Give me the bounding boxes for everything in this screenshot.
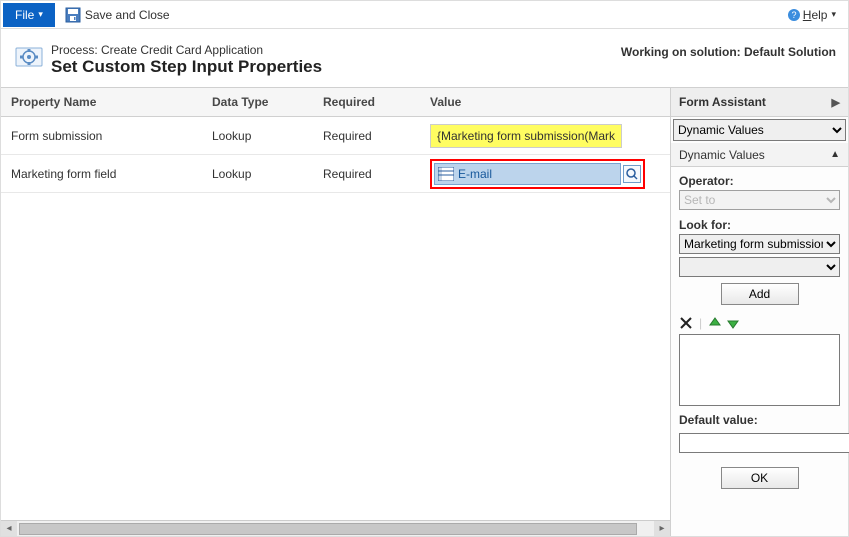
cell-name: Marketing form field (1, 167, 212, 181)
ok-button[interactable]: OK (721, 467, 799, 489)
list-toolbar: | (671, 311, 848, 334)
process-breadcrumb: Process: Create Credit Card Application (51, 43, 322, 57)
cell-type: Lookup (212, 167, 323, 181)
help-link[interactable]: ? Help ▾ (781, 8, 848, 22)
help-label-rest: elp (811, 8, 827, 22)
svg-text:?: ? (791, 10, 796, 20)
add-button[interactable]: Add (721, 283, 799, 305)
cell-required: Required (323, 129, 430, 143)
lookfor-entity-select[interactable]: Marketing form submission (679, 234, 840, 254)
value-lookup-field[interactable]: E-mail (434, 163, 621, 185)
solution-label: Working on solution: Default Solution (621, 45, 836, 59)
cell-name: Form submission (1, 129, 212, 143)
page-title: Set Custom Step Input Properties (51, 57, 322, 77)
col-header-required: Required (323, 95, 430, 109)
col-header-type: Data Type (212, 95, 323, 109)
operator-select[interactable]: Set to (679, 190, 840, 210)
col-header-name: Property Name (1, 95, 212, 109)
cell-type: Lookup (212, 129, 323, 143)
value-expression[interactable]: {Marketing form submission(Mark (430, 124, 622, 148)
page-header: Process: Create Credit Card Application … (1, 29, 848, 87)
table-row[interactable]: Marketing form field Lookup Required E-m… (1, 155, 670, 193)
table-row[interactable]: Form submission Lookup Required {Marketi… (1, 117, 670, 155)
cell-required: Required (323, 167, 430, 181)
save-close-label: Save and Close (85, 8, 170, 22)
chevron-down-icon: ▾ (831, 9, 836, 20)
scroll-left-arrow[interactable]: ◂ (1, 521, 17, 537)
move-down-icon[interactable] (726, 316, 740, 330)
subheader-label: Dynamic Values (679, 148, 765, 162)
dynamic-values-list[interactable] (679, 334, 840, 406)
scroll-thumb[interactable] (19, 523, 637, 535)
horizontal-scrollbar[interactable]: ◂ ▸ (1, 520, 670, 536)
collapse-icon: ▲ (830, 149, 840, 160)
properties-table: Property Name Data Type Required Value F… (1, 87, 670, 536)
top-toolbar: File ▾ Save and Close ? Help ▾ (1, 1, 848, 29)
value-lookup-highlight: E-mail (430, 159, 645, 189)
table-header: Property Name Data Type Required Value (1, 87, 670, 117)
move-up-icon[interactable] (708, 316, 722, 330)
delete-icon[interactable] (679, 316, 693, 330)
default-value-input[interactable] (679, 433, 849, 453)
lookfor-label: Look for: (679, 218, 840, 232)
form-assistant-header: Form Assistant ▶ (671, 87, 848, 117)
scroll-right-arrow[interactable]: ▸ (654, 521, 670, 537)
col-header-value: Value (430, 95, 670, 109)
assistant-mode-select[interactable]: Dynamic Values (673, 119, 846, 141)
lookup-search-icon[interactable] (623, 165, 641, 183)
help-icon: ? (787, 8, 801, 22)
lookup-value-text: E-mail (458, 167, 492, 181)
dynamic-values-subheader[interactable]: Dynamic Values ▲ (671, 143, 848, 167)
lookfor-attribute-select[interactable] (679, 257, 840, 277)
process-icon (15, 43, 43, 71)
save-icon (65, 7, 81, 23)
operator-label: Operator: (679, 174, 840, 188)
save-and-close-button[interactable]: Save and Close (57, 7, 178, 23)
file-label: File (15, 8, 34, 22)
file-menu[interactable]: File ▾ (3, 3, 55, 27)
lookup-record-icon (438, 167, 454, 181)
default-value-label: Default value: (679, 413, 840, 427)
form-assistant-title: Form Assistant (679, 95, 766, 109)
form-assistant-panel: Form Assistant ▶ Dynamic Values Dynamic … (670, 87, 848, 536)
chevron-right-icon[interactable]: ▶ (832, 96, 840, 109)
